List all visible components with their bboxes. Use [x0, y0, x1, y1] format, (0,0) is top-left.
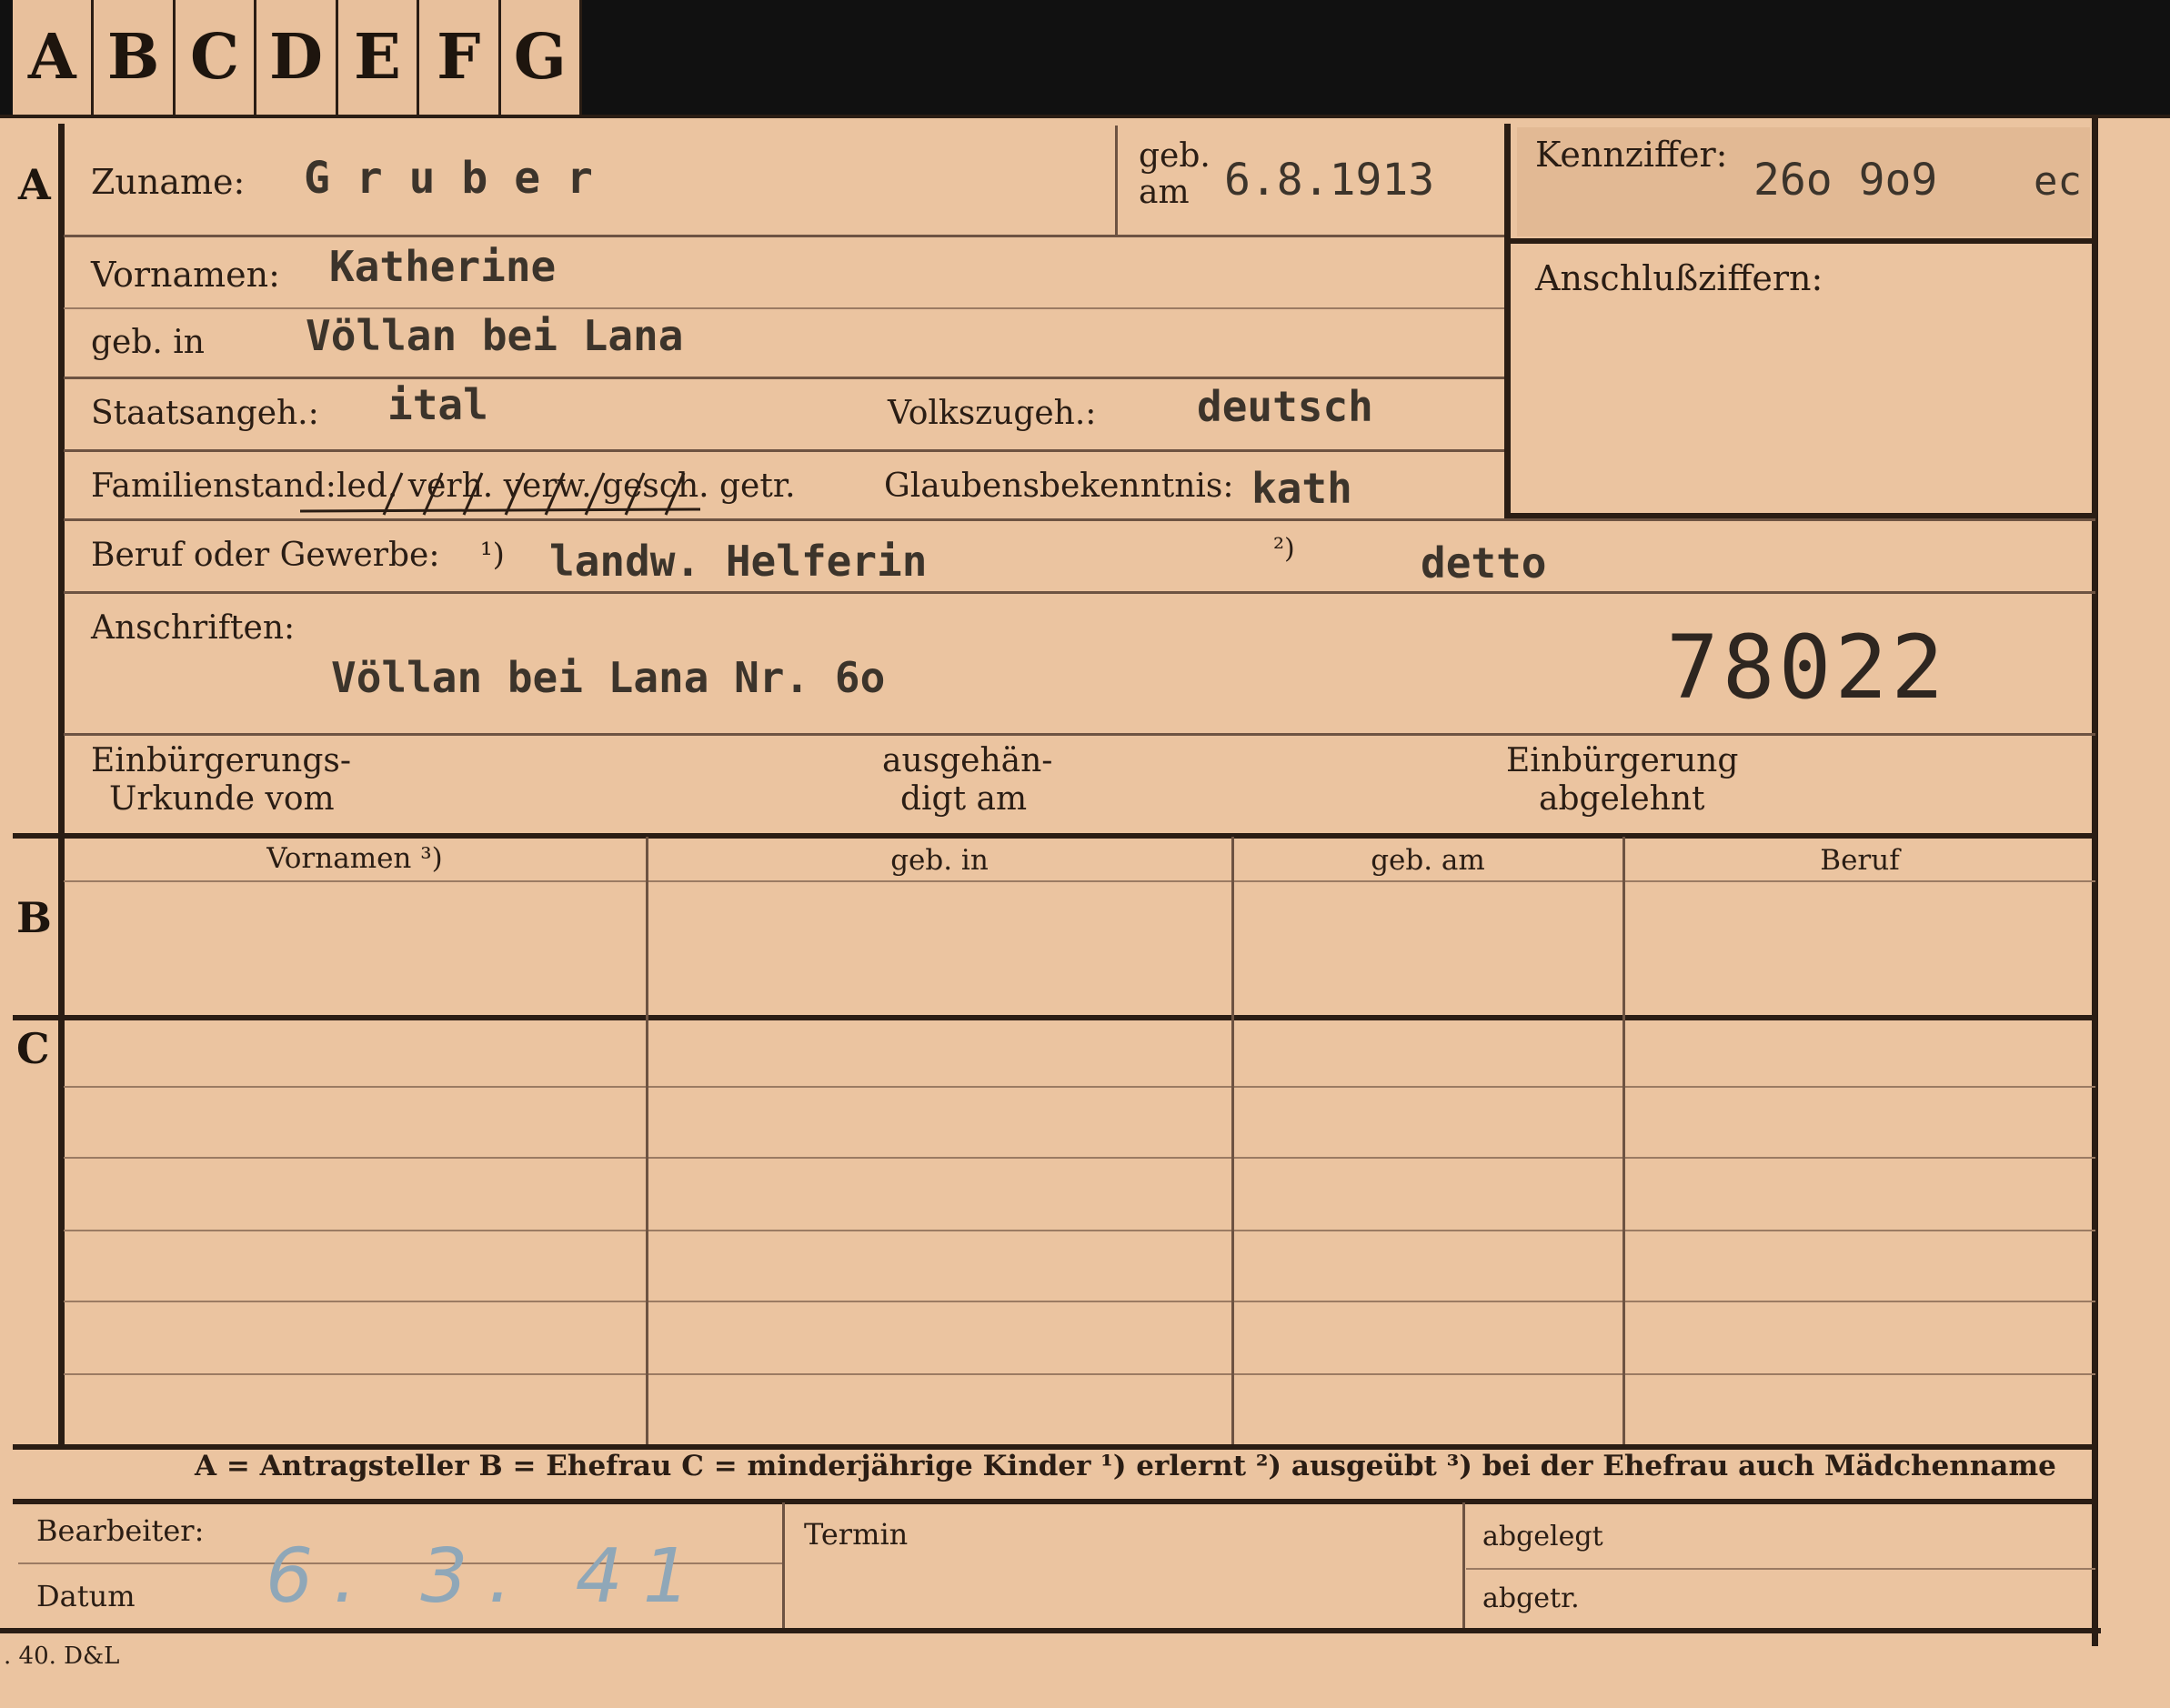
profession-mark-2: ²): [1273, 533, 1295, 565]
marital-strike-2: [422, 472, 444, 516]
first-names-label: Vornamen:: [91, 255, 280, 295]
citizenship-label: Staatsangeh.:: [91, 395, 319, 432]
section-b-letter: B: [16, 893, 52, 942]
naturalization-refused-label: Einbürgerung abgelehnt: [1506, 742, 1738, 819]
row-line-3: [64, 377, 1504, 379]
reference-box-left-line: [1504, 124, 1511, 518]
index-tabs: A B C D E F G: [13, 0, 582, 115]
reference-code-label: Kennziffer:: [1535, 135, 1728, 175]
child-row-line-2: [64, 1157, 2095, 1159]
profession-mark-1: ¹): [480, 537, 505, 573]
footer-divider-1: [782, 1502, 785, 1628]
family-header-profession: Beruf: [1820, 844, 1900, 877]
surname-label: Zuname:: [91, 162, 246, 202]
index-tab-g: G: [513, 21, 567, 94]
profession-practised-value: detto: [1421, 538, 1547, 588]
marital-strikethrough: [300, 472, 701, 516]
reference-code-suffix: ec: [2034, 158, 2082, 205]
marital-strike-1: [382, 472, 404, 516]
citizenship-value: ital: [387, 380, 488, 429]
clerk-label: Bearbeiter:: [36, 1513, 205, 1548]
handed-out-label-line-2: digt am: [900, 780, 1028, 818]
profession-learned-value: landw. Helferin: [549, 537, 928, 586]
footer-mid-line-right: [1466, 1568, 2095, 1570]
birthdate-label-line-1: geb.: [1139, 137, 1211, 175]
row-line-1: [64, 235, 1504, 237]
birthdate-label-line-2: am: [1139, 174, 1190, 211]
family-header-birthdate: geb. am: [1371, 844, 1485, 877]
profession-label: Beruf oder Gewerbe:: [91, 537, 440, 574]
row-line-4: [64, 449, 1504, 452]
birthdate-value: 6.8.1913: [1224, 155, 1435, 206]
ethnicity-label: Volkszugeh.:: [888, 395, 1097, 432]
section-a-letter: A: [18, 160, 51, 209]
naturalization-document-label-line-2: Urkunde vom: [109, 780, 335, 818]
right-frame-line: [2092, 118, 2098, 1646]
section-b-top: [13, 833, 2095, 839]
deadline-label: Termin: [804, 1517, 909, 1552]
left-frame-line: [58, 124, 65, 1446]
date-label: Datum: [36, 1579, 136, 1613]
section-c-letter: C: [16, 1024, 50, 1073]
marital-strike-5: [544, 472, 566, 516]
marital-underline: [300, 507, 701, 513]
index-tab-b: B: [94, 0, 176, 115]
family-header-birthplace: geb. in: [890, 844, 989, 877]
address-label: Anschriften:: [91, 609, 296, 647]
child-row-line-1: [64, 1086, 2095, 1088]
index-tab-a: A: [13, 0, 95, 115]
birthdate-divider: [1115, 126, 1118, 235]
reference-code-value: 26o 9o9: [1753, 155, 1938, 206]
family-header-first-names: Vornamen ³): [266, 842, 443, 875]
date-stamp: 6. 3. 41: [266, 1533, 710, 1620]
footer-divider-2: [1462, 1502, 1465, 1628]
handed-out-label-line-1: ausgehän-: [882, 742, 1053, 779]
register-number-stamp: 78022: [1666, 617, 1947, 718]
linked-codes-label: Anschlußziffern:: [1535, 258, 1823, 298]
row-line-6: [64, 591, 2095, 594]
reference-box-divider: [1504, 238, 2095, 244]
index-tab-c: C: [176, 0, 257, 115]
birthdate-label: geb. am: [1139, 138, 1211, 211]
marital-strike-4: [504, 472, 526, 516]
birthplace-value: Völlan bei Lana: [306, 311, 684, 360]
child-row-line-4: [64, 1301, 2095, 1302]
religion-label: Glaubensbekenntnis:: [884, 467, 1234, 505]
card-bottom-line: [0, 1628, 2101, 1633]
filed-label: abgelegt: [1482, 1521, 1603, 1552]
naturalization-document-label: Einbürgerungs- Urkunde vom: [91, 742, 351, 819]
scanned-card-page: A B C D E F G A B C Zuname: G r u b e r …: [0, 0, 2170, 1708]
index-tab-d: D: [256, 0, 338, 115]
print-mark: . 40. D&L: [4, 1643, 120, 1670]
row-line-2: [64, 307, 1504, 309]
naturalization-refused-label-line-1: Einbürgerung: [1506, 742, 1739, 779]
footer-top-line: [13, 1499, 2095, 1504]
section-c-top: [13, 1015, 2095, 1020]
birthplace-label: geb. in: [91, 324, 205, 361]
marital-strike-3: [462, 472, 484, 516]
deregistered-label: abgetr.: [1482, 1582, 1580, 1614]
handed-out-label: ausgehän- digt am: [882, 742, 1052, 819]
index-tab-e: E: [338, 0, 420, 115]
family-header-line: [64, 880, 2095, 882]
religion-value: kath: [1251, 464, 1352, 513]
card-legend: A = Antragsteller B = Ehefrau C = minder…: [195, 1450, 2056, 1482]
first-names-value: Katherine: [329, 242, 557, 291]
family-col-divider-3: [1622, 837, 1625, 1444]
family-col-divider-1: [646, 837, 648, 1444]
naturalization-refused-label-line-2: abgelehnt: [1539, 780, 1705, 818]
ethnicity-value: deutsch: [1197, 382, 1373, 431]
address-value: Völlan bei Lana Nr. 6o: [331, 653, 886, 702]
surname-value: G r u b e r: [304, 153, 593, 204]
naturalization-document-label-line-1: Einbürgerungs-: [91, 742, 352, 779]
row-line-7: [64, 733, 2095, 736]
index-tab-f: F: [419, 0, 501, 115]
family-col-divider-2: [1231, 837, 1234, 1444]
child-row-line-5: [64, 1373, 2095, 1375]
child-row-line-3: [64, 1230, 2095, 1231]
